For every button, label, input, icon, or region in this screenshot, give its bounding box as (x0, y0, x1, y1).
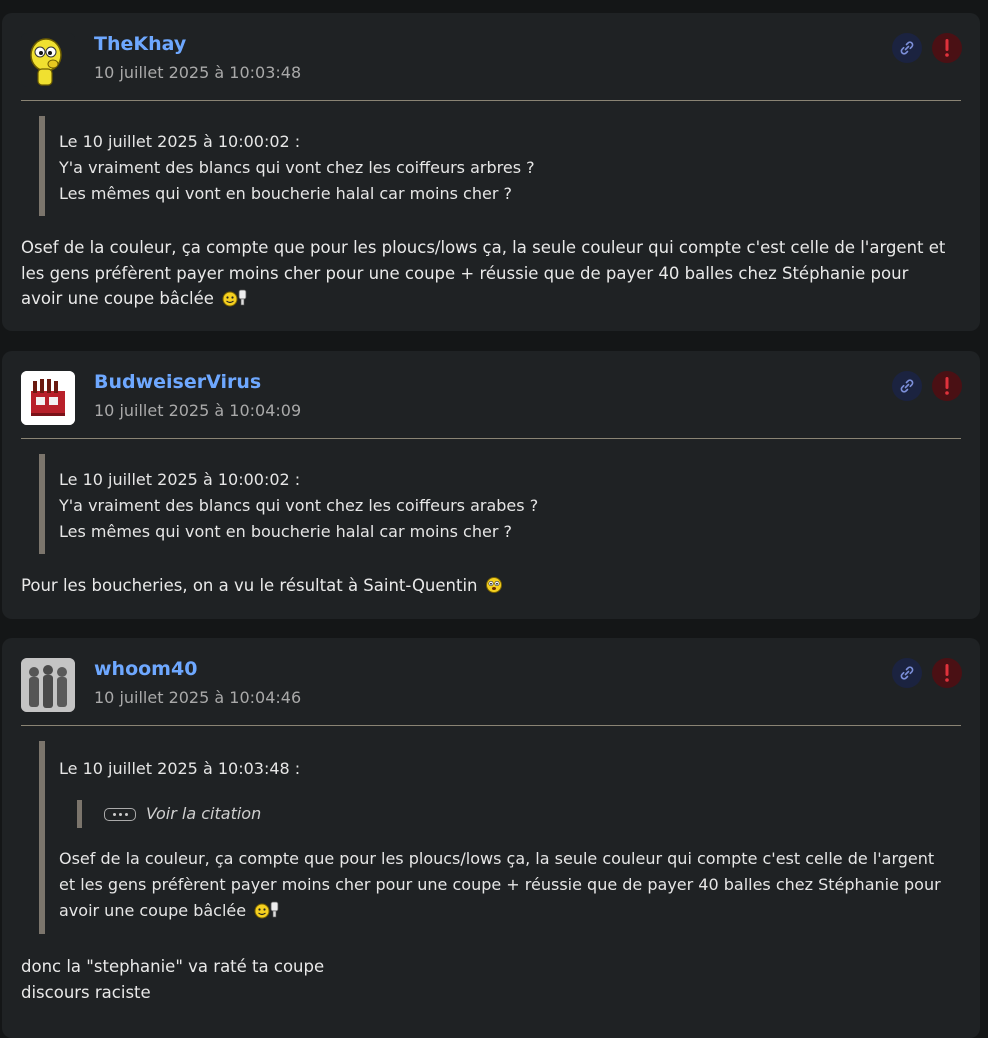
quote-block: Le 10 juillet 2025 à 10:03:48 : Voir la … (39, 741, 944, 934)
quote-line: Y'a vraiment des blancs qui vont chez le… (59, 158, 535, 177)
permalink-button[interactable] (892, 371, 922, 401)
quote-line: Les mêmes qui vont en boucherie halal ca… (59, 184, 512, 203)
nested-quote-toggle[interactable]: Voir la citation (77, 800, 944, 828)
post-body: Pour les boucheries, on a vu le résultat… (21, 573, 951, 602)
link-icon (900, 41, 914, 55)
quote-block: Le 10 juillet 2025 à 10:00:02 : Y'a vrai… (39, 116, 944, 216)
ahi-smiley-icon (221, 289, 249, 315)
report-button[interactable] (932, 371, 962, 401)
report-button[interactable] (932, 658, 962, 688)
author-name[interactable]: BudweiserVirus (94, 371, 261, 393)
ellipsis-icon (104, 807, 136, 821)
quote-header: Le 10 juillet 2025 à 10:00:02 : (59, 470, 301, 489)
quote-block: Le 10 juillet 2025 à 10:00:02 : Y'a vrai… (39, 454, 944, 554)
exclamation-icon (945, 39, 949, 57)
avatar[interactable] (21, 33, 75, 87)
permalink-button[interactable] (892, 33, 922, 63)
post-date: 10 juillet 2025 à 10:03:48 (94, 63, 302, 82)
quote-header: Le 10 juillet 2025 à 10:03:48 : (59, 759, 301, 778)
post-date: 10 juillet 2025 à 10:04:09 (94, 401, 302, 420)
post-card: TheKhay 10 juillet 2025 à 10:03:48 Le 10… (2, 13, 980, 331)
exclamation-icon (945, 377, 949, 395)
nested-quote-label: Voir la citation (146, 804, 262, 823)
avatar[interactable] (21, 371, 75, 425)
author-name[interactable]: whoom40 (94, 658, 197, 680)
quote-header: Le 10 juillet 2025 à 10:00:02 : (59, 132, 301, 151)
post-body-line: donc la "stephanie" va raté ta coupe (21, 957, 325, 976)
quote-line: Les mêmes qui vont en boucherie halal ca… (59, 522, 512, 541)
report-button[interactable] (932, 33, 962, 63)
post-card: BudweiserVirus 10 juillet 2025 à 10:04:0… (2, 351, 980, 619)
author-name[interactable]: TheKhay (94, 33, 186, 55)
post-body-text: Pour les boucheries, on a vu le résultat… (21, 576, 478, 595)
divider (21, 100, 961, 101)
bave-smiley-icon (485, 576, 505, 602)
post-body: donc la "stephanie" va raté ta coupe dis… (21, 954, 951, 1005)
ahi-smiley-icon (253, 901, 281, 927)
link-icon (900, 666, 914, 680)
quote-text: Osef de la couleur, ça compte que pour l… (59, 849, 941, 920)
divider (21, 438, 961, 439)
post-body-line: discours raciste (21, 982, 151, 1002)
post-body: Osef de la couleur, ça compte que pour l… (21, 235, 951, 315)
post-card: whoom40 10 juillet 2025 à 10:04:46 Le 10… (2, 638, 980, 1038)
post-date: 10 juillet 2025 à 10:04:46 (94, 688, 302, 707)
divider (21, 725, 961, 726)
link-icon (900, 379, 914, 393)
exclamation-icon (945, 664, 949, 682)
quote-line: Y'a vraiment des blancs qui vont chez le… (59, 496, 539, 515)
permalink-button[interactable] (892, 658, 922, 688)
avatar[interactable] (21, 658, 75, 712)
post-body-text: Osef de la couleur, ça compte que pour l… (21, 238, 946, 308)
